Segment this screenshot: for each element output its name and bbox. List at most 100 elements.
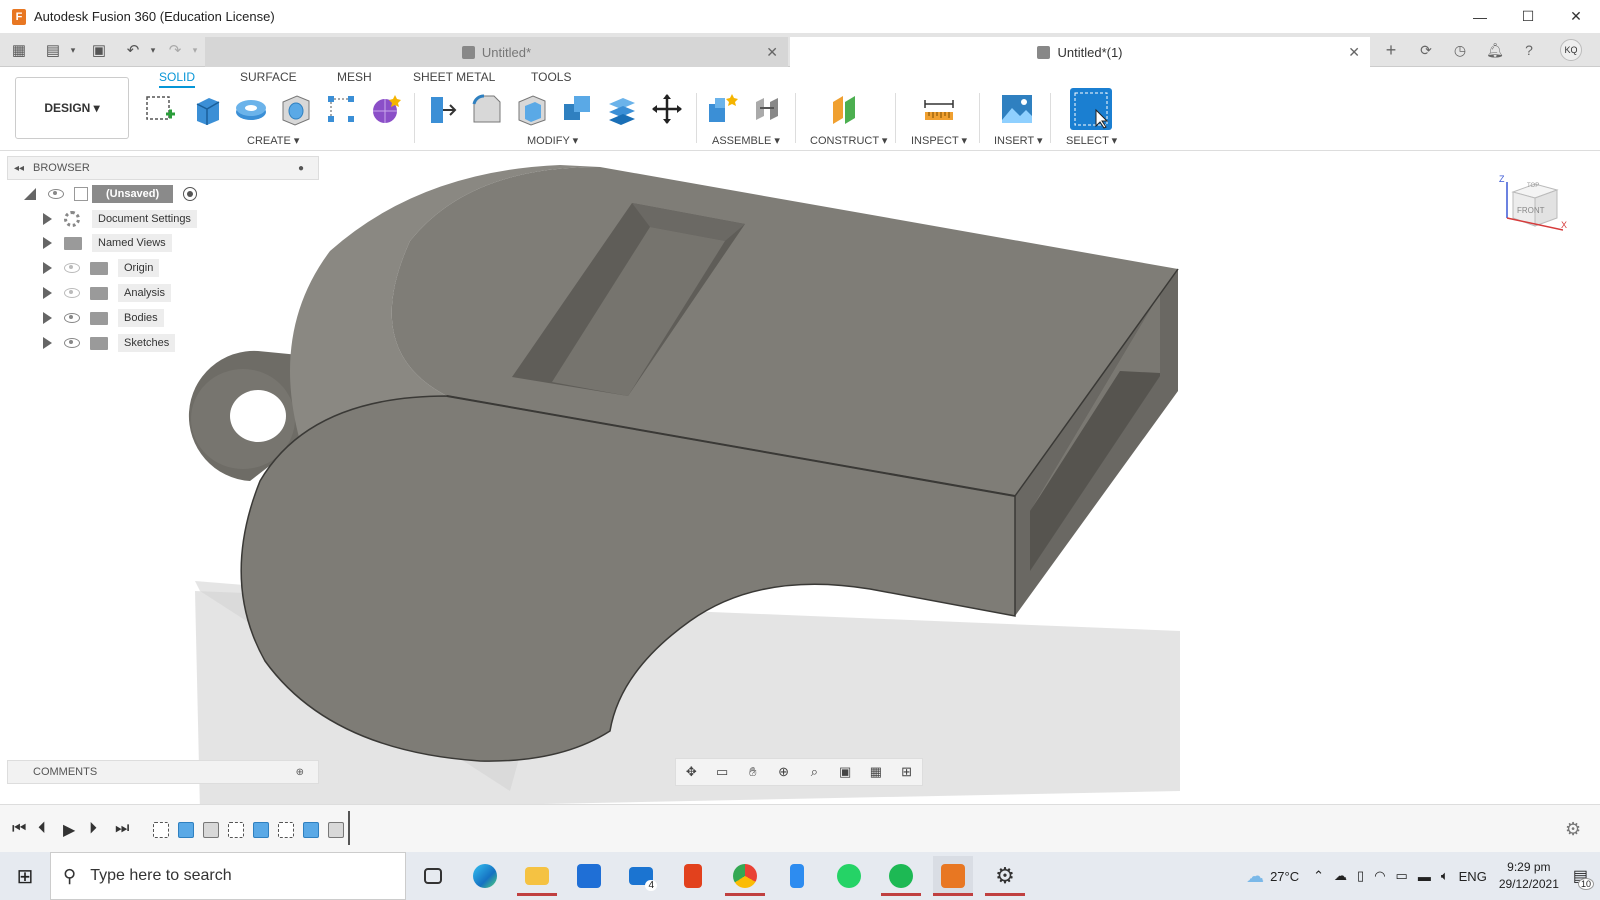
battery-icon[interactable]: ▬ [1418, 869, 1431, 884]
browser-minimize-icon[interactable]: ● [298, 163, 304, 174]
timeline-shell-feature-icon[interactable] [203, 822, 219, 838]
maximize-button[interactable]: ☐ [1504, 0, 1552, 33]
zoom-icon[interactable]: ⊕ [775, 764, 793, 780]
file-explorer-icon[interactable] [517, 856, 557, 896]
file-menu-icon[interactable]: ▤ [44, 41, 62, 59]
browser-item-sketches[interactable]: Sketches [43, 333, 176, 353]
tab-untitled-1[interactable]: Untitled*(1) ✕ [790, 37, 1370, 67]
windows-start-icon[interactable]: ⊞ [0, 852, 50, 900]
rectangular-pattern-icon[interactable] [324, 92, 358, 126]
display-icon[interactable]: ▭ [1396, 868, 1408, 884]
minimize-button[interactable]: — [1456, 0, 1504, 33]
timeline-sketch-feature-icon[interactable] [278, 822, 294, 838]
modify-menu[interactable]: MODIFY ▾ [527, 134, 578, 147]
browser-panel-header[interactable]: ◂◂ BROWSER ● [7, 156, 319, 180]
viewcube[interactable]: Z X TOP FRONT [1499, 174, 1567, 234]
expand-arrow-icon[interactable] [43, 213, 52, 225]
tab-tools[interactable]: TOOLS [531, 70, 571, 84]
device-icon[interactable]: ▯ [1357, 868, 1364, 884]
insert-menu[interactable]: INSERT ▾ [994, 134, 1043, 147]
timeline-extrude-feature-icon[interactable] [253, 822, 269, 838]
orbit-icon[interactable]: ✥ [682, 764, 700, 780]
visibility-eye-icon[interactable] [64, 313, 80, 323]
spotify-icon[interactable] [881, 856, 921, 896]
offset-face-icon[interactable] [605, 92, 639, 126]
tab-surface[interactable]: SURFACE [240, 70, 297, 84]
mail-icon[interactable]: 4 [621, 856, 661, 896]
browser-item-named-views[interactable]: Named Views [43, 233, 172, 253]
browser-root-item[interactable]: (Unsaved) [24, 184, 198, 204]
tab-solid[interactable]: SOLID [159, 70, 196, 88]
browser-item-analysis[interactable]: Analysis [43, 283, 171, 303]
workspace-switcher-button[interactable]: DESIGN ▾ [15, 77, 129, 139]
viewports-icon[interactable]: ⊞ [898, 764, 916, 780]
edge-browser-icon[interactable] [465, 856, 505, 896]
phone-app-icon[interactable] [777, 856, 817, 896]
extrude-icon[interactable] [189, 92, 223, 126]
go-to-start-icon[interactable]: ⏮ [12, 820, 26, 838]
new-component-icon[interactable] [705, 92, 739, 126]
microsoft-store-icon[interactable] [569, 856, 609, 896]
settings-gear-icon[interactable]: ⚙ [985, 856, 1025, 896]
whistle-model[interactable] [0, 151, 1600, 804]
fusion360-taskbar-icon[interactable] [933, 856, 973, 896]
create-sketch-icon[interactable] [144, 92, 178, 126]
user-avatar[interactable]: KQ [1560, 39, 1582, 61]
redo-dropdown-icon[interactable]: ▾ [186, 41, 204, 59]
onedrive-icon[interactable]: ☁ [1334, 868, 1347, 884]
offset-plane-icon[interactable] [829, 92, 863, 126]
display-settings-icon[interactable]: ▣ [836, 764, 854, 780]
pan-hand-icon[interactable]: ✋︎ [744, 764, 762, 780]
select-menu[interactable]: SELECT ▾ [1066, 134, 1117, 147]
timeline-sketch-feature-icon[interactable] [228, 822, 244, 838]
help-icon[interactable]: ? [1518, 39, 1540, 61]
assemble-menu[interactable]: ASSEMBLE ▾ [712, 134, 780, 147]
hole-icon[interactable] [279, 92, 313, 126]
clock[interactable]: 9:29 pm 29/12/2021 [1499, 859, 1559, 893]
browser-item-bodies[interactable]: Bodies [43, 308, 164, 328]
expand-arrow-icon[interactable] [43, 337, 52, 349]
create-menu[interactable]: CREATE ▾ [247, 134, 299, 147]
extensions-icon[interactable]: ⟳ [1415, 39, 1437, 61]
collapse-panel-icon[interactable]: ◂◂ [14, 163, 24, 174]
shell-icon[interactable] [515, 92, 549, 126]
weather-cloud-icon[interactable]: ☁ [1246, 866, 1264, 887]
save-icon[interactable]: ▣ [90, 41, 108, 59]
weather-temperature[interactable]: 27°C [1270, 869, 1299, 884]
redo-icon[interactable]: ↷ [166, 41, 184, 59]
notification-center-icon[interactable]: ▤ 10 [1573, 866, 1594, 890]
press-pull-icon[interactable] [425, 92, 459, 126]
add-comment-icon[interactable]: ⊕ [296, 767, 304, 778]
timeline-sketch-feature-icon[interactable] [153, 822, 169, 838]
undo-dropdown-icon[interactable]: ▾ [144, 41, 162, 59]
timeline-marker[interactable] [348, 811, 350, 845]
select-icon[interactable] [1070, 88, 1112, 130]
browser-item-document-settings[interactable]: Document Settings [43, 209, 197, 229]
taskbar-search-box[interactable]: ⚲ Type here to search [50, 852, 406, 900]
move-copy-icon[interactable] [650, 92, 684, 126]
wifi-icon[interactable]: ◠ [1374, 868, 1385, 884]
task-view-icon[interactable] [413, 856, 453, 896]
form-icon[interactable] [369, 92, 403, 126]
whatsapp-icon[interactable] [829, 856, 869, 896]
volume-icon[interactable]: 🔈︎ [1441, 868, 1449, 884]
go-to-end-icon[interactable]: ⏭ [115, 820, 129, 838]
play-icon[interactable]: ▶ [63, 820, 75, 840]
language-indicator[interactable]: ENG [1459, 869, 1487, 884]
revolve-icon[interactable] [234, 92, 268, 126]
construct-menu[interactable]: CONSTRUCT ▾ [810, 134, 887, 147]
job-status-clock-icon[interactable]: ◷ [1449, 39, 1471, 61]
look-at-icon[interactable]: ▭ [713, 764, 731, 780]
chrome-icon[interactable] [725, 856, 765, 896]
joint-icon[interactable] [750, 92, 784, 126]
expand-triangle-icon[interactable] [24, 188, 36, 200]
undo-icon[interactable]: ↶ [124, 41, 142, 59]
expand-arrow-icon[interactable] [43, 237, 52, 249]
insert-image-icon[interactable] [1000, 92, 1034, 126]
activate-radio-icon[interactable] [183, 187, 198, 201]
office-icon[interactable] [673, 856, 713, 896]
timeline-fillet-feature-icon[interactable] [328, 822, 344, 838]
timeline-extrude-feature-icon[interactable] [178, 822, 194, 838]
zoom-window-icon[interactable]: ⌕ [805, 764, 823, 780]
hidden-eye-icon[interactable] [64, 263, 80, 273]
